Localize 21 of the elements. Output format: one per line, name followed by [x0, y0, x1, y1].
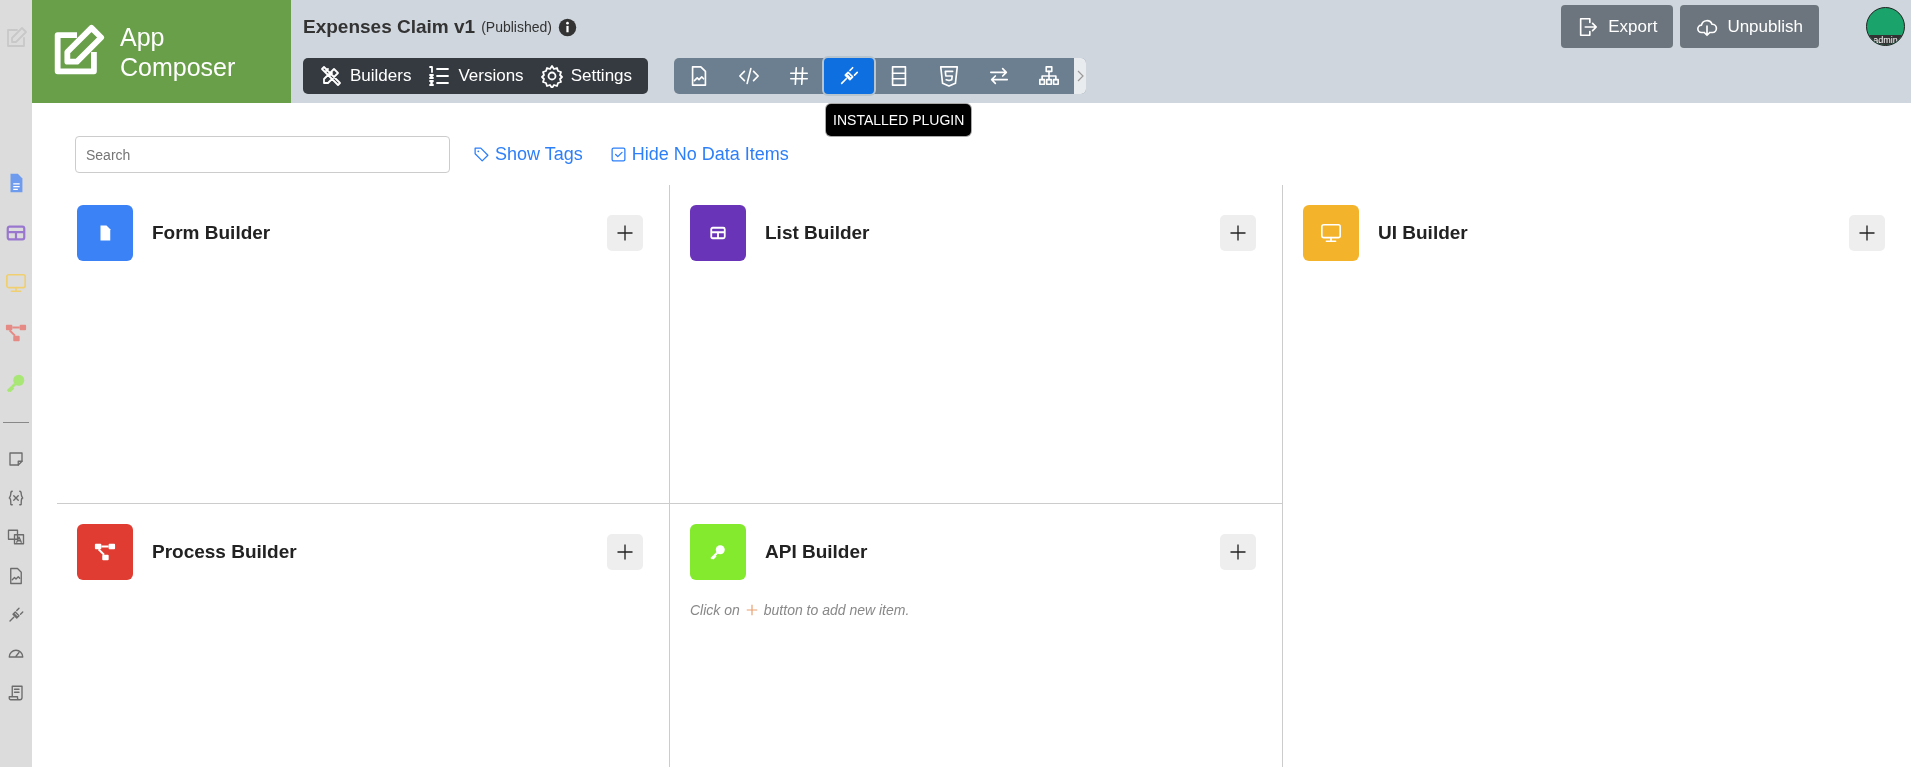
show-tags-link[interactable]: Show Tags — [473, 144, 583, 165]
avatar[interactable]: admin — [1866, 7, 1905, 46]
nav-tab[interactable]: Settings — [531, 58, 641, 94]
card-title: Process Builder — [152, 541, 298, 563]
hide-no-data-link[interactable]: Hide No Data Items — [609, 144, 789, 165]
hint-text: Click on — [690, 602, 740, 618]
nav-tab[interactable]: Versions — [419, 58, 532, 94]
card-title: API Builder — [765, 541, 869, 563]
tooltip: INSTALLED PLUGIN — [826, 104, 972, 136]
card-title: List Builder — [765, 222, 871, 244]
hint-text: button to add new item. — [763, 602, 910, 618]
app-title: App Composer — [120, 21, 237, 82]
card-title: UI Builder — [1378, 222, 1469, 244]
search-field[interactable]: Search — [75, 136, 450, 173]
nav-tab[interactable]: Builders — [311, 58, 420, 94]
card-title: Form Builder — [152, 222, 272, 244]
app-status: (Published) — [481, 19, 552, 35]
unpublish-button[interactable]: Unpublish — [1680, 5, 1819, 48]
avatar-label: admin — [1867, 35, 1904, 45]
export-button[interactable]: Export — [1561, 5, 1674, 48]
app-name: Expenses Claim v1 — [303, 16, 476, 38]
